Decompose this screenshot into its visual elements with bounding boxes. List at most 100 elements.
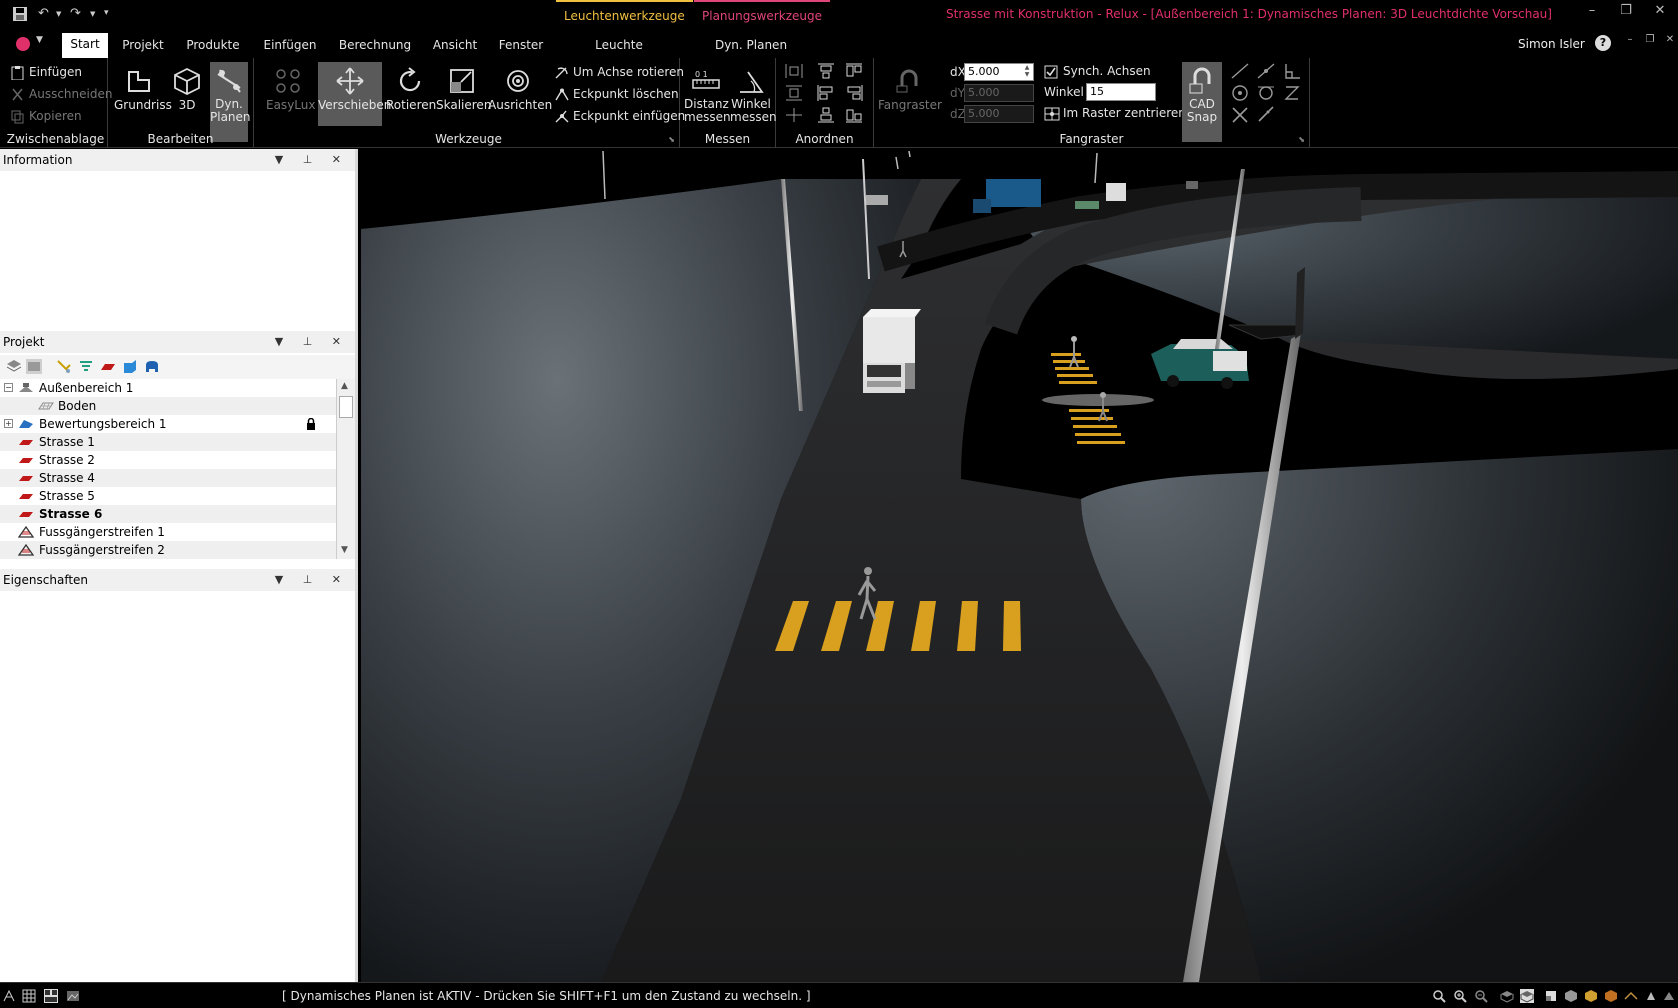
tab-dyn-planen[interactable]: Dyn. Planen (712, 34, 790, 58)
lock-icon[interactable] (306, 418, 316, 430)
3d-viewport[interactable] (361, 149, 1678, 982)
expand-icon[interactable]: + (4, 419, 13, 428)
snap-endpoint-icon[interactable] (1230, 62, 1250, 80)
tree-row-strasse-5[interactable]: Strasse 5 (0, 487, 336, 505)
tree-row-fussgaengerstreifen-2[interactable]: Fussgängerstreifen 2 (0, 541, 336, 559)
tab-start[interactable]: Start (62, 33, 108, 58)
tree-row-aussenbereich[interactable]: − Außenbereich 1 (0, 379, 336, 397)
snap-nearest-icon[interactable] (1282, 84, 1302, 102)
dyn-planen-button[interactable]: Dyn. Planen (210, 62, 251, 142)
redo-icon[interactable]: ↷ (70, 6, 81, 21)
view-plan-icon[interactable] (1544, 989, 1558, 1003)
align-bottom-icon[interactable] (816, 106, 836, 124)
collapse-icon[interactable]: − (4, 383, 13, 392)
scroll-thumb[interactable] (339, 396, 353, 418)
tree-row-fussgaengerstreifen-1[interactable]: Fussgängerstreifen 1 (0, 523, 336, 541)
view-camera-icon[interactable] (1662, 989, 1676, 1003)
object-icon[interactable] (122, 359, 138, 374)
view-light-icon[interactable] (1644, 989, 1658, 1003)
zoom-in-icon[interactable] (1453, 989, 1467, 1003)
winkel-messen-button[interactable]: Winkel messen (730, 62, 777, 130)
align-top-icon[interactable] (816, 62, 836, 80)
context-tab-leuchtenwerkzeuge[interactable]: Leuchtenwerkzeuge (556, 0, 693, 28)
luminaire-icon[interactable] (56, 359, 72, 374)
context-tab-planungswerkzeuge[interactable]: Planungswerkzeuge (694, 0, 830, 28)
app-menu-button[interactable]: ▼ (12, 35, 43, 53)
tree-row-strasse-4[interactable]: Strasse 4 (0, 469, 336, 487)
tab-ansicht[interactable]: Ansicht (430, 34, 480, 58)
einfuegen-button[interactable]: Einfügen (10, 62, 82, 82)
3d-scene[interactable] (361, 149, 1678, 982)
tree-row-bewertungsbereich[interactable]: + Bewertungsbereich 1 (0, 415, 336, 433)
tab-produkte[interactable]: Produkte (184, 34, 242, 58)
tab-projekt[interactable]: Projekt (118, 34, 168, 58)
restore-icon[interactable]: ❐ (1616, 3, 1636, 18)
eigenschaften-panel-controls[interactable]: ▼ ⊥ ✕ (275, 569, 349, 591)
snap-perpendicular-icon[interactable] (1282, 62, 1302, 80)
close-icon[interactable]: ✕ (1650, 3, 1670, 18)
doc-restore-icon[interactable]: ❐ (1640, 34, 1660, 45)
snap-tangent-icon[interactable] (1256, 84, 1276, 102)
undo-icon[interactable]: ↶ (38, 6, 49, 21)
layers-flat-icon[interactable] (26, 359, 42, 374)
road-icon[interactable] (100, 359, 116, 374)
layout-grid-icon[interactable] (44, 989, 58, 1003)
align-right-icon[interactable] (844, 84, 864, 102)
zoom-icon[interactable] (1432, 989, 1446, 1003)
fangraster-launcher-icon[interactable]: ⬊ (1298, 135, 1305, 144)
projekt-panel-controls[interactable]: ▼ ⊥ ✕ (275, 331, 349, 353)
cad-snap-button[interactable]: CAD Snap (1182, 62, 1222, 142)
im-raster-zentrieren-button[interactable]: Im Raster zentrieren (1044, 103, 1186, 123)
view-3d-icon[interactable] (1500, 989, 1514, 1003)
user-name[interactable]: Simon Isler (1518, 37, 1585, 51)
align-tops-icon[interactable] (844, 62, 864, 80)
tab-fenster[interactable]: Fenster (496, 34, 546, 58)
fangraster-button[interactable]: Fangraster (878, 62, 942, 130)
zoom-out-icon[interactable] (1474, 989, 1488, 1003)
layers-3d-icon[interactable] (6, 359, 22, 374)
werkzeuge-launcher-icon[interactable]: ⬊ (668, 135, 675, 144)
furniture-icon[interactable] (144, 359, 160, 374)
3d-button[interactable]: 3D (170, 62, 204, 130)
eckpunkt-loeschen-button[interactable]: Eckpunkt löschen (554, 84, 679, 104)
redo-dropdown-icon[interactable]: ▼ (90, 10, 95, 18)
tree-row-boden[interactable]: Boden (0, 397, 336, 415)
snap-center-icon[interactable] (1230, 84, 1250, 102)
view-wireframe-icon[interactable] (1520, 989, 1534, 1003)
align-left-icon[interactable] (816, 84, 836, 102)
scroll-up-icon[interactable]: ▲ (341, 381, 348, 391)
minimize-icon[interactable]: – (1582, 3, 1602, 18)
tab-berechnung[interactable]: Berechnung (338, 34, 412, 58)
dy-input[interactable]: 5.000 (964, 84, 1034, 102)
synch-achsen-checkbox[interactable]: Synch. Achsen (1044, 61, 1151, 81)
tree-row-strasse-6[interactable]: Strasse 6 (0, 505, 336, 523)
distanz-messen-button[interactable]: 0 1 Distanz messen (684, 62, 731, 130)
measurement-area-icon[interactable] (78, 359, 94, 374)
ausrichten-button[interactable]: Ausrichten (488, 62, 552, 130)
help-icon[interactable]: ? (1595, 35, 1611, 51)
dx-spinner[interactable]: ▲ ▼ (1022, 64, 1032, 78)
scroll-down-icon[interactable]: ▼ (341, 545, 348, 555)
center-both-icon[interactable] (784, 106, 804, 124)
rotieren-button[interactable]: Rotieren (386, 62, 436, 130)
distribute-vertical-icon[interactable] (784, 84, 804, 102)
view-isolines-icon[interactable] (1624, 989, 1638, 1003)
tree-row-strasse-2[interactable]: Strasse 2 (0, 451, 336, 469)
kopieren-button[interactable]: Kopieren (10, 106, 82, 126)
tree-scrollbar[interactable]: ▲ ▼ (336, 379, 355, 559)
snap-midpoint-icon[interactable] (1256, 62, 1276, 80)
verschieben-button[interactable]: Verschieben (318, 62, 391, 126)
winkel-input[interactable]: 15 (1086, 83, 1156, 101)
text-tool-icon[interactable] (2, 989, 16, 1003)
eckpunkt-einfuegen-button[interactable]: Eckpunkt einfügen (554, 106, 685, 126)
tab-einfuegen[interactable]: Einfügen (260, 34, 320, 58)
image-icon[interactable] (66, 989, 80, 1003)
doc-minimize-icon[interactable]: – (1620, 34, 1640, 45)
tab-leuchte[interactable]: Leuchte (592, 34, 646, 58)
view-false-color-icon[interactable] (1604, 989, 1618, 1003)
layout-single-icon[interactable] (22, 989, 36, 1003)
tree-row-strasse-1[interactable]: Strasse 1 (0, 433, 336, 451)
snap-extension-icon[interactable] (1256, 106, 1276, 124)
ausschneiden-button[interactable]: Ausschneiden (10, 84, 112, 104)
undo-dropdown-icon[interactable]: ▼ (56, 10, 61, 18)
